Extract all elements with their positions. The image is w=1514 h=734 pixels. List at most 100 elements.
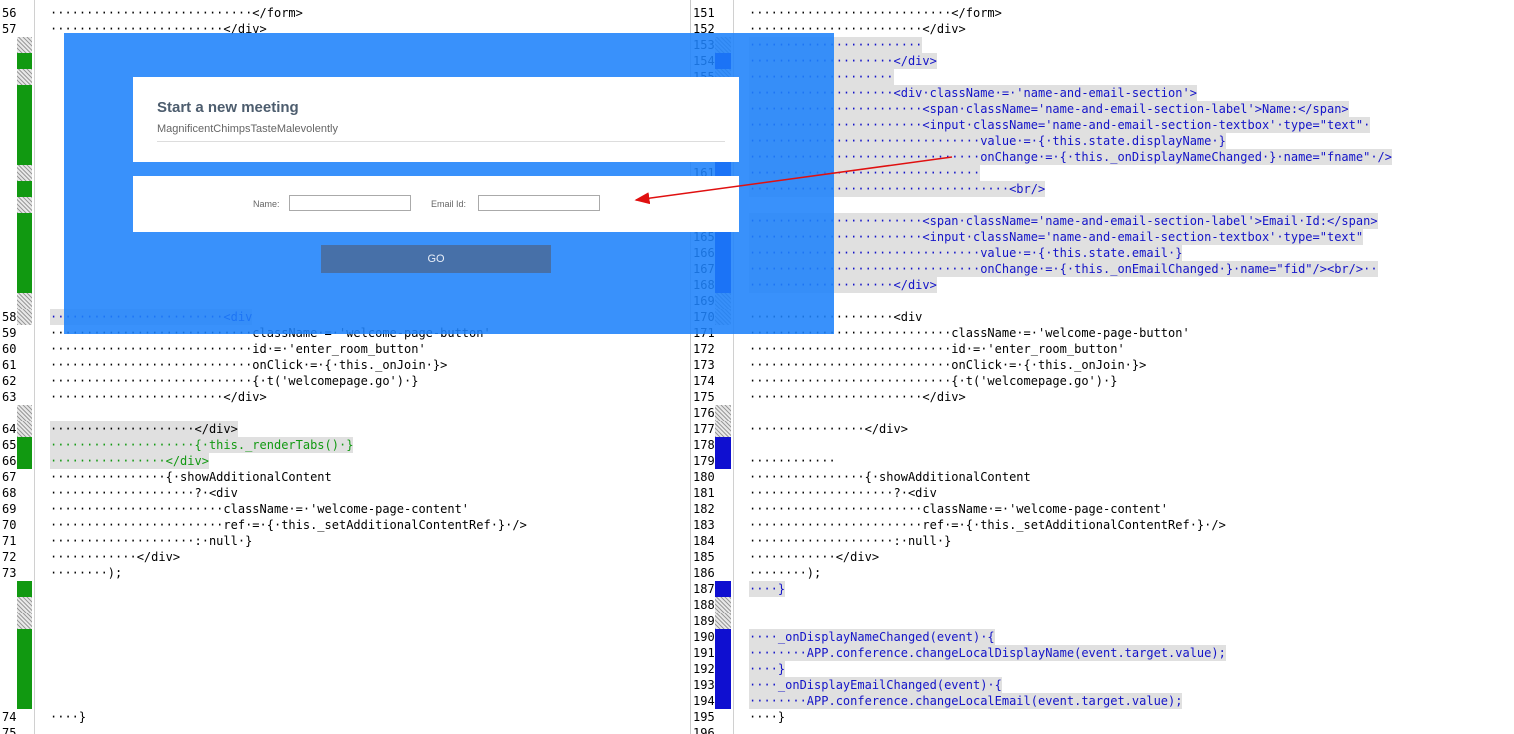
code-line[interactable]: 63 ························</div> <box>0 389 690 405</box>
diff-change-marker <box>17 213 32 229</box>
code-line[interactable]: 172 ····························id·=·'ent… <box>691 341 1514 357</box>
line-number: 193 <box>693 678 715 692</box>
line-number: 184 <box>693 534 715 548</box>
code-text: ································onChange… <box>749 149 1392 165</box>
code-text: ························<input·className… <box>749 117 1371 133</box>
line-number: 195 <box>693 710 715 724</box>
code-line[interactable]: 174 ····························{·t('welc… <box>691 373 1514 389</box>
code-text: ····························</form> <box>50 6 303 20</box>
code-line[interactable]: 64 ····················</div> <box>0 421 690 437</box>
diff-change-marker <box>17 37 32 53</box>
room-name-field[interactable]: MagnificentChimpsTasteMalevolently <box>157 123 457 135</box>
code-line[interactable] <box>0 693 690 709</box>
diff-change-marker <box>17 293 32 309</box>
code-text: ····························onClick·=·{·… <box>749 358 1147 372</box>
email-input[interactable] <box>478 195 600 211</box>
line-number: 69 <box>2 502 17 516</box>
code-text: ····················:·null·} <box>50 534 253 548</box>
code-line[interactable] <box>0 405 690 421</box>
code-line[interactable]: 71 ····················:·null·} <box>0 533 690 549</box>
line-number: 61 <box>2 358 17 372</box>
code-line[interactable]: 193 ····_onDisplayEmailChanged(event)·{ <box>691 677 1514 693</box>
code-line[interactable]: 181 ····················?·<div <box>691 485 1514 501</box>
code-line[interactable]: 176 <box>691 405 1514 421</box>
code-line[interactable] <box>0 645 690 661</box>
code-line[interactable]: 62 ····························{·t('welco… <box>0 373 690 389</box>
code-line[interactable]: 60 ····························id·=·'ente… <box>0 341 690 357</box>
diff-change-marker <box>17 117 32 133</box>
line-number: 189 <box>693 614 715 628</box>
code-line[interactable]: 73 ········); <box>0 565 690 581</box>
code-text: ····_onDisplayEmailChanged(event)·{ <box>749 677 1002 693</box>
code-line[interactable]: 179 ············ <box>691 453 1514 469</box>
code-line[interactable]: 175 ························</div> <box>691 389 1514 405</box>
code-line[interactable]: 184 ····················:·null·} <box>691 533 1514 549</box>
code-line[interactable]: 186 ········); <box>691 565 1514 581</box>
diff-change-marker <box>17 245 32 261</box>
code-line[interactable]: 187 ····} <box>691 581 1514 597</box>
code-line[interactable] <box>0 661 690 677</box>
line-number: 190 <box>693 630 715 644</box>
name-input[interactable] <box>289 195 411 211</box>
code-line[interactable]: 173 ····························onClick·=… <box>691 357 1514 373</box>
line-number: 173 <box>693 358 715 372</box>
diff-change-marker <box>17 85 32 101</box>
ui-preview-overlay: Start a new meeting MagnificentChimpsTas… <box>64 33 834 334</box>
code-text: ····························</form> <box>749 6 1002 20</box>
code-line[interactable]: 72 ············</div> <box>0 549 690 565</box>
diff-change-marker <box>17 613 32 629</box>
code-line[interactable]: 191 ········APP.conference.changeLocalDis… <box>691 645 1514 661</box>
code-line[interactable]: 182 ························className·=·'… <box>691 501 1514 517</box>
diff-change-marker <box>715 405 731 421</box>
code-text: ································onChange… <box>749 261 1378 277</box>
code-line[interactable]: 56 ····························</form> <box>0 5 690 21</box>
diff-change-marker <box>17 437 32 453</box>
diff-change-marker <box>715 597 731 613</box>
code-line[interactable]: 189 <box>691 613 1514 629</box>
diff-change-marker <box>715 437 731 453</box>
line-number: 57 <box>2 22 17 36</box>
code-text: ············ <box>749 454 836 468</box>
diff-change-marker <box>17 309 32 325</box>
line-number: 178 <box>693 438 715 452</box>
code-line[interactable] <box>0 677 690 693</box>
meeting-header-card: Start a new meeting MagnificentChimpsTas… <box>133 77 739 162</box>
line-number: 63 <box>2 390 17 404</box>
code-line[interactable]: 70 ························ref·=·{·this._… <box>0 517 690 533</box>
code-text: ············</div> <box>50 550 181 564</box>
code-line[interactable]: 192 ····} <box>691 661 1514 677</box>
code-line[interactable]: 188 <box>691 597 1514 613</box>
code-line[interactable] <box>0 629 690 645</box>
diff-change-marker <box>715 645 731 661</box>
code-line[interactable]: 195 ····} <box>691 709 1514 725</box>
diff-change-marker <box>17 405 32 421</box>
line-number: 186 <box>693 566 715 580</box>
code-line[interactable] <box>0 613 690 629</box>
code-line[interactable]: 194 ········APP.conference.changeLocalEma… <box>691 693 1514 709</box>
code-line[interactable]: 68 ····················?·<div <box>0 485 690 501</box>
code-line[interactable]: 67 ················{·showAdditionalConten… <box>0 469 690 485</box>
code-line[interactable]: 61 ····························onClick·=·… <box>0 357 690 373</box>
code-line[interactable]: 69 ························className·=·'w… <box>0 501 690 517</box>
go-button[interactable]: GO <box>321 245 551 273</box>
email-label: Email Id: <box>431 199 467 209</box>
code-line[interactable]: 75 <box>0 725 690 734</box>
code-line[interactable]: 151 ····························</form> <box>691 5 1514 21</box>
code-line[interactable] <box>0 581 690 597</box>
line-number: 64 <box>2 422 17 436</box>
code-line[interactable]: 185 ············</div> <box>691 549 1514 565</box>
diff-change-marker <box>715 661 731 677</box>
code-line[interactable]: 66 ················</div> <box>0 453 690 469</box>
code-line[interactable]: 177 ················</div> <box>691 421 1514 437</box>
diff-change-marker <box>17 229 32 245</box>
diff-change-marker <box>17 133 32 149</box>
code-text: ········APP.conference.changeLocalDispla… <box>749 645 1226 661</box>
code-line[interactable] <box>0 597 690 613</box>
code-line[interactable]: 196 <box>691 725 1514 734</box>
code-line[interactable]: 65 ····················{·this._renderTabs… <box>0 437 690 453</box>
code-line[interactable]: 180 ················{·showAdditionalConte… <box>691 469 1514 485</box>
code-line[interactable]: 190 ····_onDisplayNameChanged(event)·{ <box>691 629 1514 645</box>
code-line[interactable]: 183 ························ref·=·{·this.… <box>691 517 1514 533</box>
code-line[interactable]: 74 ····} <box>0 709 690 725</box>
code-line[interactable]: 178 <box>691 437 1514 453</box>
